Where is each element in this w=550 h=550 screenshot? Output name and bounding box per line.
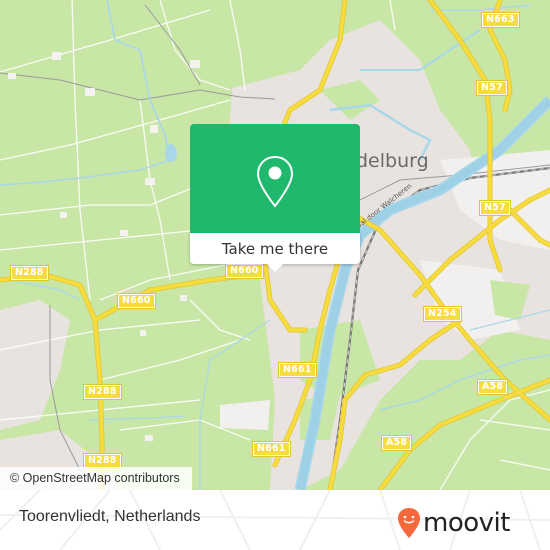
map-pin-icon bbox=[256, 155, 294, 208]
road-shield: N57 bbox=[479, 200, 511, 216]
place-name: Toorenvliedt, Netherlands bbox=[19, 508, 201, 525]
urban-area bbox=[0, 300, 70, 430]
road-shield: A58 bbox=[476, 379, 509, 395]
popup-tail bbox=[265, 262, 285, 272]
road-shield: N661 bbox=[278, 362, 317, 378]
road-shield: N57 bbox=[476, 80, 508, 96]
road-shield: A58 bbox=[380, 435, 413, 451]
road-shield: N288 bbox=[83, 453, 122, 469]
popup-header bbox=[190, 124, 360, 233]
road-shield: N288 bbox=[10, 265, 49, 281]
industrial-area bbox=[220, 400, 270, 430]
road-shield: N254 bbox=[423, 306, 462, 322]
moovit-pin-icon bbox=[398, 508, 420, 538]
city-label: delburg bbox=[356, 150, 429, 172]
pond bbox=[165, 144, 177, 162]
map-canvas[interactable]: delburg aal door Walcheren N663 N57 N57 … bbox=[0, 0, 550, 490]
road-shield: N288 bbox=[83, 384, 122, 400]
take-me-there-button[interactable]: Take me there bbox=[190, 233, 360, 264]
location-popup: Take me there bbox=[190, 124, 360, 272]
road-shield: N661 bbox=[252, 441, 291, 457]
road-shield: N660 bbox=[117, 293, 156, 309]
road-shield: N660 bbox=[225, 263, 264, 279]
moovit-wordmark: moovit bbox=[423, 508, 510, 538]
road-shield: N663 bbox=[481, 12, 520, 28]
moovit-logo[interactable]: moovit bbox=[397, 503, 510, 543]
map-attribution[interactable]: © OpenStreetMap contributors bbox=[0, 467, 192, 490]
